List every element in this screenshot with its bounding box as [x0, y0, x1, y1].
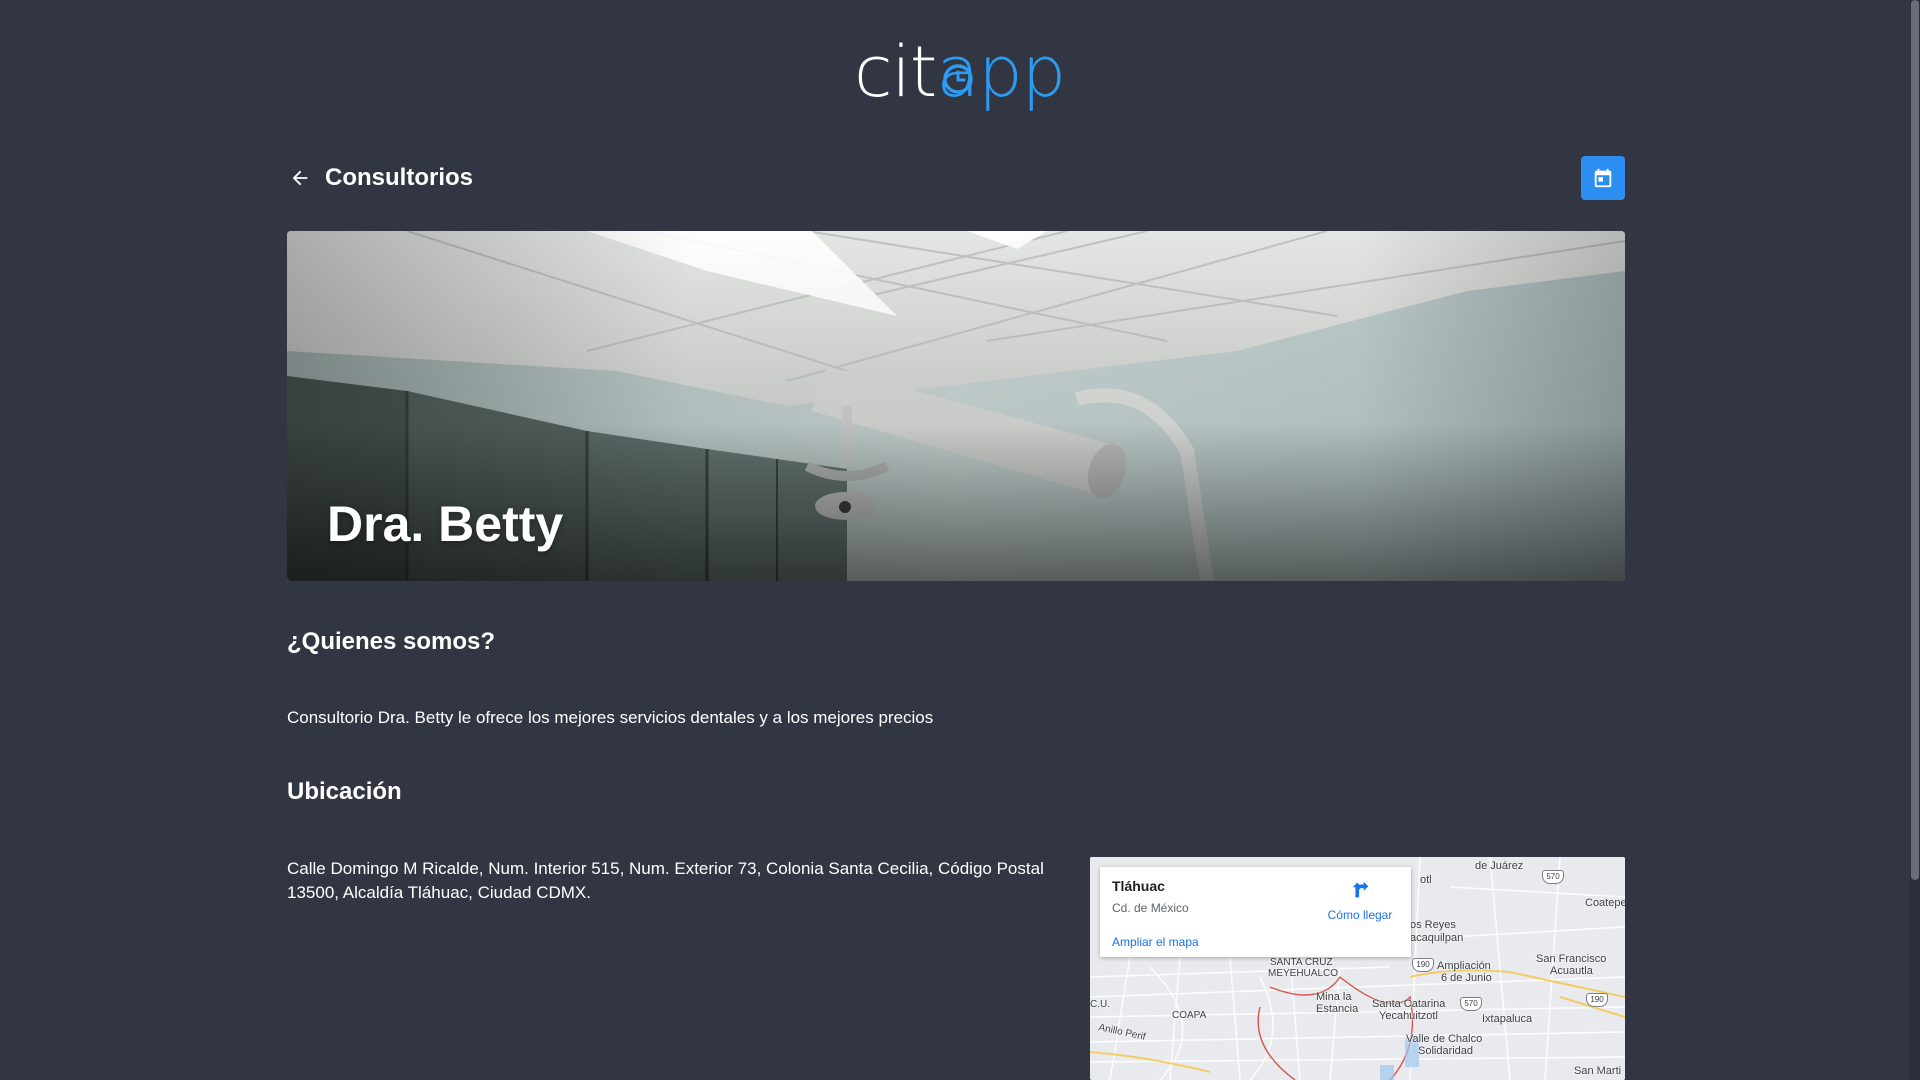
- map-place-region: Cd. de México: [1112, 901, 1189, 915]
- highway-shield: 190: [1412, 958, 1434, 972]
- logo-prefix: cit: [854, 31, 937, 113]
- map-info-card: Tláhuac Cd. de México Ampliar el mapa Có…: [1100, 867, 1411, 957]
- page-scrollbar[interactable]: [1910, 0, 1920, 1080]
- directions-icon: [1352, 881, 1369, 898]
- map-label: acaquilpan: [1410, 932, 1464, 944]
- map-label: otl: [1420, 874, 1432, 886]
- map-label: Yecahuitzotl: [1379, 1010, 1438, 1022]
- highway-shield: 570: [1542, 870, 1564, 884]
- about-heading: ¿Quienes somos?: [287, 628, 496, 655]
- hero-title: Dra. Betty: [327, 496, 564, 552]
- map-place-name: Tláhuac: [1112, 878, 1165, 894]
- enlarge-map-link[interactable]: Ampliar el mapa: [1112, 935, 1199, 949]
- map-label: Acuautla: [1550, 965, 1593, 977]
- map-label: Coatepec: [1585, 897, 1625, 909]
- highway-shield: 570: [1460, 997, 1482, 1011]
- highway-shield: 190: [1586, 993, 1608, 1007]
- back-button[interactable]: [287, 165, 313, 191]
- map-label: Solidaridad: [1418, 1045, 1474, 1057]
- citapp-logo: citapp: [854, 32, 1066, 112]
- calendar-button[interactable]: [1581, 156, 1625, 200]
- arrow-left-icon: [292, 170, 308, 186]
- map-label: 6 de Junio: [1441, 972, 1492, 984]
- map-label: C.U.: [1090, 999, 1110, 1010]
- calendar-icon: [1594, 168, 1612, 188]
- map-label: Estancia: [1316, 1003, 1359, 1015]
- map-label: de Juárez: [1475, 860, 1524, 872]
- directions-label: Cómo llegar: [1327, 908, 1393, 922]
- page-header: Consultorios: [287, 156, 1625, 200]
- map-label: Santa Catarina: [1372, 998, 1446, 1010]
- hero-banner: Dra. Betty: [287, 231, 1625, 581]
- map-label: MEYEHUALCO: [1268, 968, 1339, 979]
- directions-button[interactable]: Cómo llegar: [1325, 879, 1395, 922]
- logo-wordmark: citapp: [854, 37, 1066, 107]
- address-text: Calle Domingo M Ricalde, Num. Interior 5…: [287, 859, 1044, 902]
- about-description: Consultorio Dra. Betty le ofrece los mej…: [287, 708, 934, 727]
- scrollbar-thumb[interactable]: [1911, 0, 1919, 880]
- map-label: os Reyes: [1410, 919, 1456, 931]
- map-label: San Francisco: [1536, 953, 1607, 965]
- map-label: Ixtapaluca: [1482, 1013, 1533, 1025]
- location-heading: Ubicación: [287, 778, 402, 805]
- location-map[interactable]: de Juárez 570 otl Coatepec os Reyes acaq…: [1090, 857, 1625, 1080]
- map-label: Ampliación: [1437, 960, 1491, 972]
- map-label: Valle de Chalco: [1406, 1033, 1483, 1045]
- clock-icon: [943, 64, 973, 94]
- map-label: Mina la: [1316, 991, 1352, 1003]
- map-label: COAPA: [1172, 1010, 1207, 1021]
- page-title: Consultorios: [325, 164, 473, 191]
- map-label: San Marti: [1574, 1065, 1622, 1077]
